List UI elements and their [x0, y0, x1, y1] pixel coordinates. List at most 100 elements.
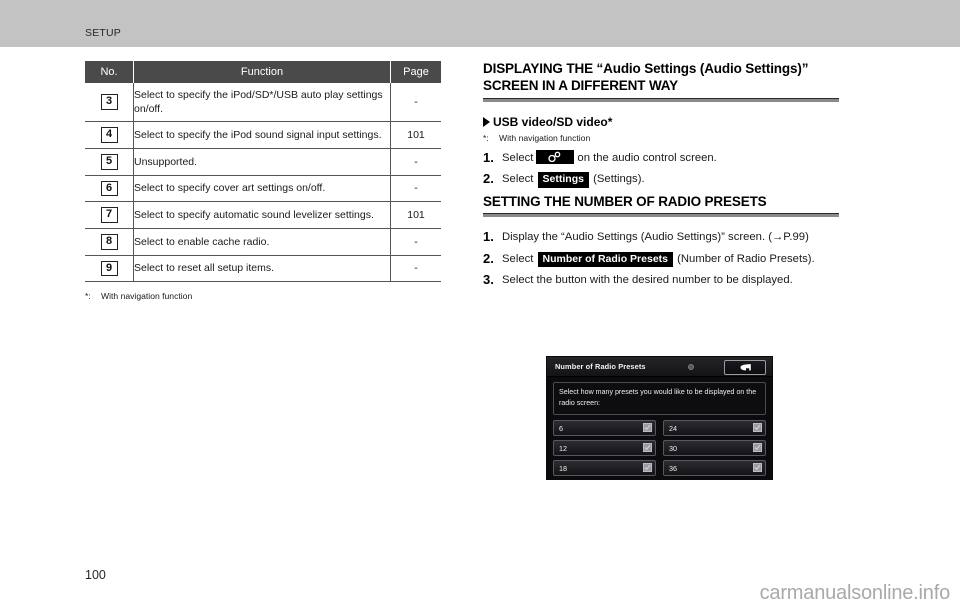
preset-option-label: 12: [559, 443, 567, 453]
row-function-cell: Select to enable cache radio.: [133, 228, 391, 256]
table-row: 9 Select to reset all setup items. -: [85, 255, 441, 283]
row-number-box: 5: [100, 153, 118, 170]
preset-option-button[interactable]: 24: [663, 419, 766, 436]
step-body: Select the button with the desired numbe…: [502, 274, 793, 287]
step-number: 1.: [483, 149, 494, 165]
device-title-bar: Number of Radio Presets: [547, 357, 772, 377]
number-of-radio-presets-chip[interactable]: Number of Radio Presets: [537, 251, 673, 268]
table-row: 3 Select to specify the iPod/SD*/USB aut…: [85, 83, 441, 123]
step-text-pre: Select: [502, 151, 534, 164]
row-number-box: 4: [100, 127, 118, 143]
left-column: No. Function Page 3 Select to specify th…: [85, 61, 441, 302]
preset-option-label: 6: [559, 423, 563, 433]
row-number-box: 7: [100, 207, 118, 223]
step-text-post: (Number of Radio Presets).: [677, 252, 815, 265]
column-header-function: Function: [133, 61, 391, 83]
list-item: 2. Select Number of Radio Presets (Numbe…: [483, 251, 839, 268]
footnote-text: With navigation function: [101, 291, 193, 302]
checkbox-icon[interactable]: [753, 442, 762, 452]
heading-rule: [483, 213, 839, 218]
subsection-heading-usb-video: USB video/SD video*: [483, 115, 839, 129]
row-function-cell: Select to reset all setup items.: [133, 255, 391, 283]
row-number-box: 3: [100, 94, 118, 110]
row-number-cell: 8: [85, 228, 134, 256]
row-function-cell: Select to specify cover art settings on/…: [133, 175, 391, 203]
list-item: 1. Select on the audio control screen.: [483, 149, 839, 167]
footnote-marker: *:: [483, 132, 489, 143]
row-page-cell: 101: [390, 201, 441, 229]
list-item: 3. Select the button with the desired nu…: [483, 272, 839, 289]
return-arrow-button[interactable]: [724, 360, 766, 375]
step-text-post: on the audio control screen.: [577, 151, 717, 164]
row-number-box: 9: [100, 260, 118, 277]
section-heading-displaying: DISPLAYING THE “Audio Settings (Audio Se…: [483, 61, 809, 94]
indicator-dot-icon: [688, 364, 694, 370]
preset-option-label: 18: [559, 463, 567, 473]
checkbox-icon[interactable]: [643, 462, 652, 472]
checkbox-icon[interactable]: [643, 422, 652, 432]
steps-list-displaying: 1. Select on the audio control screen. 2.…: [483, 149, 839, 188]
page-header-band: SETUP: [0, 0, 960, 47]
row-number-cell: 7: [85, 201, 134, 229]
settings-gear-icon[interactable]: [536, 149, 575, 164]
table-row: 5 Unsupported. -: [85, 148, 441, 176]
preset-option-label: 30: [669, 443, 677, 453]
function-table: No. Function Page 3 Select to specify th…: [85, 61, 441, 283]
subsection-footnote: *: With navigation function: [483, 133, 839, 143]
step-body: Select Number of Radio Presets (Number o…: [502, 251, 839, 268]
row-page-cell: 101: [390, 121, 441, 149]
row-function-cell: Select to specify the iPod sound signal …: [133, 121, 391, 149]
row-page-cell: -: [390, 175, 441, 203]
step-number: 1.: [483, 229, 494, 245]
table-row: 7 Select to specify automatic sound leve…: [85, 201, 441, 229]
row-number-cell: 6: [85, 175, 134, 203]
steps-list-presets: 1. Display the “Audio Settings (Audio Se…: [483, 229, 839, 289]
row-page-cell: -: [390, 83, 441, 123]
row-function-cell: Unsupported.: [133, 148, 391, 176]
checkbox-icon[interactable]: [643, 442, 652, 452]
footnote-marker: *:: [85, 291, 91, 302]
checkbox-icon[interactable]: [753, 462, 762, 472]
subsection-heading-label: USB video/SD video*: [493, 114, 613, 129]
list-item: 1. Display the “Audio Settings (Audio Se…: [483, 229, 839, 246]
table-row: 4 Select to specify the iPod sound signa…: [85, 121, 441, 149]
device-screen-title: Number of Radio Presets: [555, 362, 646, 371]
heading-rule: [483, 97, 839, 102]
preset-option-label: 24: [669, 423, 677, 433]
right-column: DISPLAYING THE “Audio Settings (Audio Se…: [483, 60, 839, 294]
row-number-cell: 4: [85, 121, 134, 149]
settings-button-chip[interactable]: Settings: [537, 172, 589, 188]
device-screenshot: Number of Radio Presets Select how many …: [546, 356, 773, 480]
page-number: 100: [85, 568, 106, 582]
list-item: 2. Select Settings (Settings).: [483, 171, 839, 188]
preset-option-button[interactable]: 36: [663, 459, 766, 476]
step-number: 2.: [483, 250, 494, 266]
preset-option-button[interactable]: 18: [553, 459, 656, 476]
section-heading-presets: SETTING THE NUMBER OF RADIO PRESETS: [483, 193, 767, 209]
row-function-cell: Select to specify automatic sound leveli…: [133, 201, 391, 229]
section-title: SETUP: [85, 27, 122, 39]
row-number-box: 6: [100, 180, 118, 197]
table-footnote: *: With navigation function: [85, 291, 439, 301]
row-number-cell: 9: [85, 255, 134, 283]
checkbox-icon[interactable]: [753, 422, 762, 432]
step-text-pre: Select: [502, 252, 534, 265]
table-row: 8 Select to enable cache radio. -: [85, 228, 441, 256]
triangle-bullet-icon: [483, 116, 490, 127]
return-arrow-icon: [740, 364, 751, 371]
row-page-cell: -: [390, 228, 441, 256]
table-header-row: No. Function Page: [85, 61, 441, 83]
preset-option-button[interactable]: 6: [553, 419, 656, 436]
step-body: Select on the audio control screen.: [502, 149, 839, 166]
preset-option-button[interactable]: 30: [663, 439, 766, 456]
row-number-cell: 5: [85, 148, 134, 176]
preset-options-grid: 6 24 12 30 18 36: [553, 419, 766, 476]
preset-option-label: 36: [669, 463, 677, 473]
preset-option-button[interactable]: 12: [553, 439, 656, 456]
row-page-cell: -: [390, 148, 441, 176]
step-text-pre: Select: [502, 173, 534, 186]
step-body: Display the “Audio Settings (Audio Setti…: [502, 231, 809, 244]
row-function-cell: Select to specify the iPod/SD*/USB auto …: [133, 83, 391, 123]
step-text-post: (Settings).: [593, 173, 645, 186]
site-watermark: carmanualsonline.info: [759, 582, 951, 604]
